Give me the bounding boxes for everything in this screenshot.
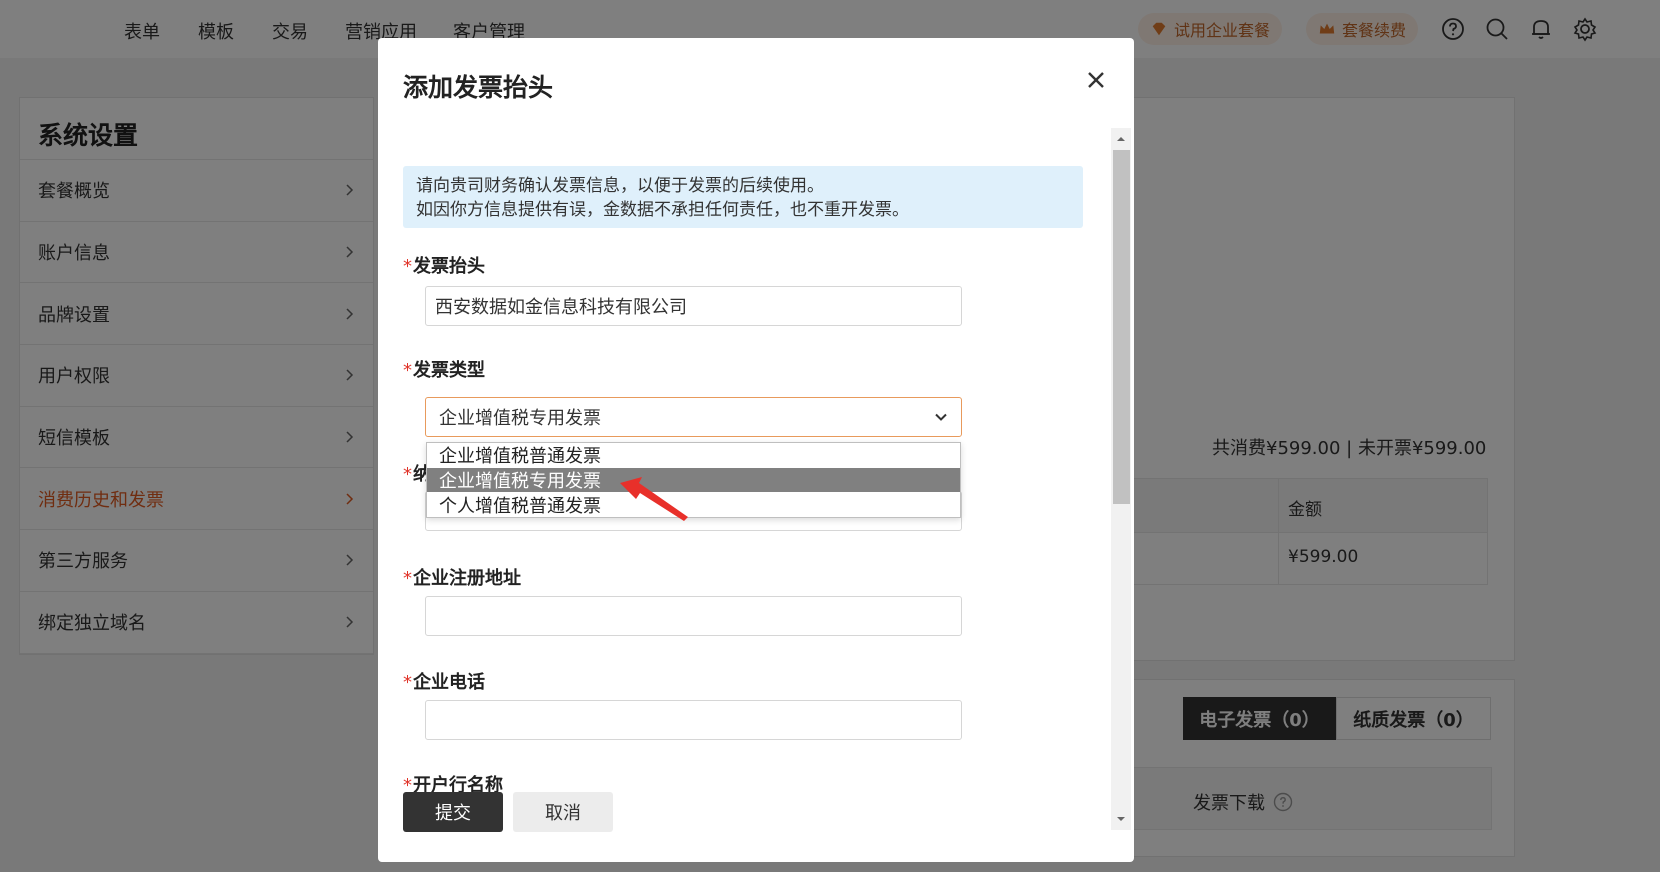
required-mark: * [403,672,412,693]
required-mark: * [403,568,412,589]
scrollbar-thumb[interactable] [1113,150,1130,504]
info-notice: 请向贵司财务确认发票信息，以便于发票的后续使用。 如因你方信息提供有误，金数据不… [403,166,1083,228]
invoice-type-label-text: 发票类型 [413,360,485,381]
phone-label: *企业电话 [403,668,485,694]
chevron-down-icon [935,413,947,421]
scroll-down-arrow-icon[interactable] [1116,814,1126,824]
phone-input[interactable] [425,700,962,740]
reg-address-label: *企业注册地址 [403,564,521,590]
close-icon[interactable] [1084,68,1108,92]
red-arrow-pointer [620,477,688,521]
dropdown-option-general-vat[interactable]: 企业增值税普通发票 [427,443,960,468]
required-mark: * [403,256,412,277]
required-mark: * [403,464,412,485]
submit-button[interactable]: 提交 [403,792,503,832]
invoice-title-label-text: 发票抬头 [413,256,485,277]
notice-line-2: 如因你方信息提供有误，金数据不承担任何责任，也不重开发票。 [416,200,909,220]
notice-line-1: 请向贵司财务确认发票信息，以便于发票的后续使用。 [416,176,824,196]
dialog-scrollbar[interactable] [1111,128,1131,830]
invoice-type-selected-value: 企业增值税专用发票 [439,408,601,429]
scroll-up-arrow-icon[interactable] [1116,134,1126,144]
phone-label-text: 企业电话 [413,672,485,693]
dialog-title: 添加发票抬头 [403,73,554,102]
dialog-form: 请向贵司财务确认发票信息，以便于发票的后续使用。 如因你方信息提供有误，金数据不… [378,126,1134,826]
invoice-type-label: *发票类型 [403,356,485,382]
reg-address-label-text: 企业注册地址 [413,568,521,589]
required-mark: * [403,360,412,381]
invoice-title-input[interactable]: 西安数据如金信息科技有限公司 [425,286,962,326]
invoice-type-select[interactable]: 企业增值税专用发票 [425,397,962,437]
cancel-button[interactable]: 取消 [513,792,613,832]
reg-address-input[interactable] [425,596,962,636]
invoice-title-label: *发票抬头 [403,252,485,278]
add-invoice-title-dialog: 添加发票抬头 请向贵司财务确认发票信息，以便于发票的后续使用。 如因你方信息提供… [378,38,1134,862]
